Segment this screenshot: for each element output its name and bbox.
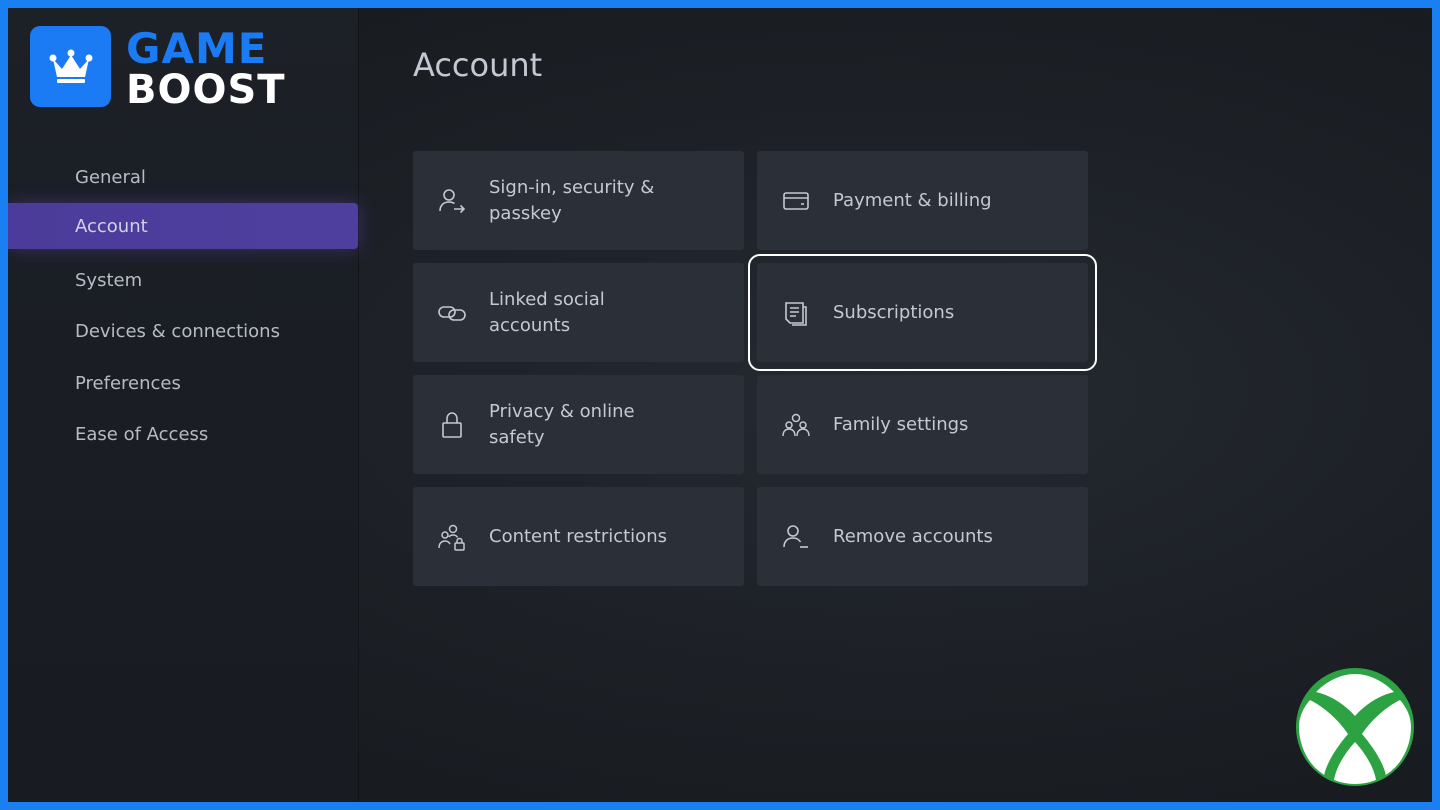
- tile-label: Family settings: [833, 413, 969, 435]
- person-minus-icon: [781, 522, 811, 552]
- tile-linked-social-accounts[interactable]: Linked social accounts: [413, 263, 744, 362]
- tile-content-restrictions[interactable]: Content restrictions: [413, 487, 744, 586]
- tile-payment-billing[interactable]: Payment & billing: [757, 151, 1088, 250]
- family-icon: [781, 410, 811, 440]
- tile-label: Sign-in, security & passkey: [489, 176, 655, 224]
- sidebar-item-general[interactable]: General: [8, 154, 358, 200]
- person-arrow-icon: [437, 186, 467, 216]
- credit-card-icon: [781, 186, 811, 216]
- sidebar-item-label: Account: [75, 215, 148, 237]
- link-icon: [437, 298, 467, 328]
- sidebar-item-label: System: [75, 269, 143, 291]
- settings-sidebar: GAME BOOST General Account System Device…: [8, 8, 359, 802]
- sidebar-item-label: Preferences: [75, 372, 181, 394]
- logo-word-boost: BOOST: [126, 67, 286, 113]
- tile-privacy-online-safety[interactable]: Privacy & online safety: [413, 375, 744, 474]
- tile-label: Privacy & online safety: [489, 400, 635, 448]
- gameboost-logo: GAME BOOST: [30, 26, 300, 110]
- tile-label: Subscriptions: [833, 301, 955, 323]
- sidebar-item-preferences[interactable]: Preferences: [8, 360, 358, 406]
- tile-family-settings[interactable]: Family settings: [757, 375, 1088, 474]
- logo-word-game: GAME: [126, 24, 268, 73]
- lock-icon: [437, 410, 467, 440]
- tile-subscriptions[interactable]: Subscriptions: [748, 254, 1097, 371]
- crown-icon: [30, 26, 111, 107]
- sidebar-item-label: General: [75, 166, 146, 188]
- sidebar-item-label: Devices & connections: [75, 320, 280, 342]
- sidebar-item-system[interactable]: System: [8, 257, 358, 303]
- sidebar-item-account[interactable]: Account: [8, 203, 358, 249]
- console-screen: GAME BOOST General Account System Device…: [8, 8, 1432, 802]
- document-list-icon: [781, 298, 811, 328]
- tile-label: Content restrictions: [489, 525, 667, 547]
- sidebar-item-devices-connections[interactable]: Devices & connections: [8, 308, 358, 354]
- tile-sign-in-security[interactable]: Sign-in, security & passkey: [413, 151, 744, 250]
- sidebar-item-label: Ease of Access: [75, 423, 209, 445]
- tile-label: Remove accounts: [833, 525, 993, 547]
- tile-label: Linked social accounts: [489, 288, 605, 336]
- xbox-logo-icon: [1296, 668, 1414, 786]
- tile-remove-accounts[interactable]: Remove accounts: [757, 487, 1088, 586]
- people-lock-icon: [437, 522, 467, 552]
- page-title: Account: [413, 46, 543, 84]
- sidebar-item-ease-of-access[interactable]: Ease of Access: [8, 411, 358, 457]
- tile-label: Payment & billing: [833, 189, 992, 211]
